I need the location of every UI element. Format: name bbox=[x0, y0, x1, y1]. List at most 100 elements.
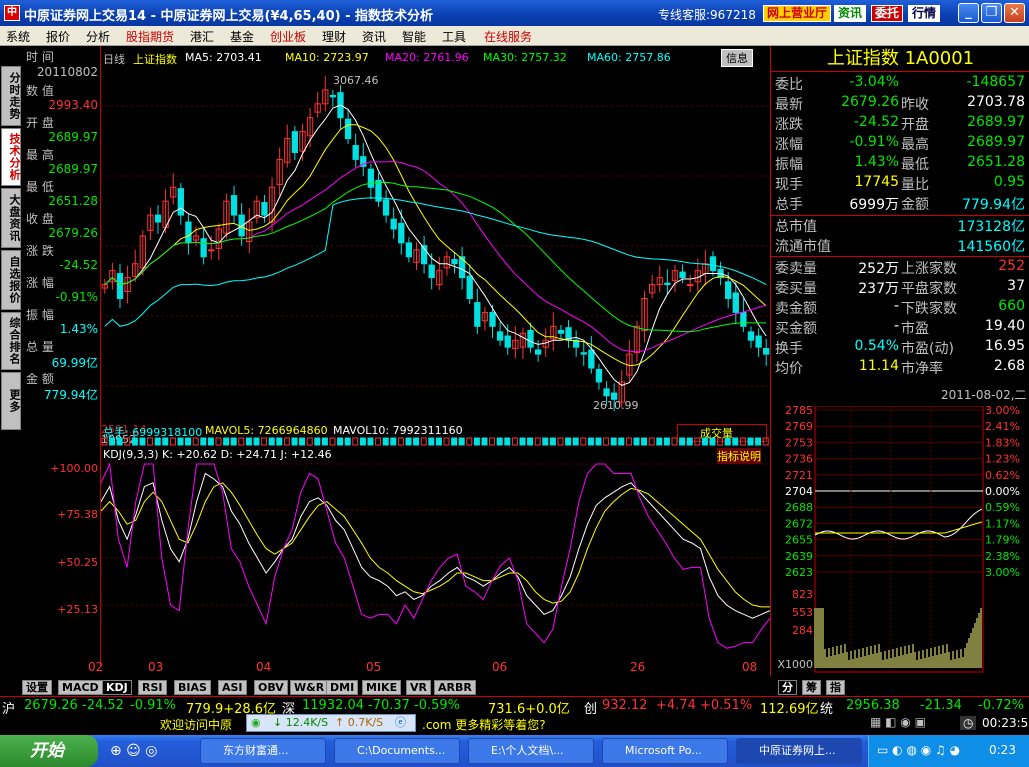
volume-bar bbox=[375, 437, 382, 446]
browser-icon[interactable]: ⓔ bbox=[395, 715, 406, 731]
volume-bar bbox=[739, 437, 746, 446]
start-button[interactable]: 开始 bbox=[0, 735, 98, 767]
indicator-tab-obv[interactable]: OBV bbox=[254, 680, 288, 695]
mini-pct-tick: 2.41% bbox=[985, 420, 1020, 433]
info-value: 2689.97 bbox=[48, 130, 98, 144]
bar-info-column: 时 间 20110802 数 值 2993.40 开 盘 2689.97 最 高 2689… bbox=[22, 46, 100, 440]
tab-intraday[interactable]: 分时走势 bbox=[1, 66, 21, 126]
quote-button[interactable]: 行情 bbox=[908, 5, 941, 22]
menu-online-service[interactable]: 在线服务 bbox=[484, 28, 532, 45]
candlestick-chart[interactable]: 3067.46 2610.99 bbox=[101, 66, 770, 424]
task-personal-docs[interactable]: E:\个人文档\... bbox=[468, 738, 594, 764]
info-tag-button[interactable]: 信息 bbox=[721, 49, 753, 67]
quote-label-2: 量比 bbox=[901, 177, 929, 193]
menu-smart[interactable]: 智能 bbox=[402, 28, 426, 45]
ma-label: MA5: 2703.41 bbox=[185, 51, 262, 64]
indicator-tab-vr[interactable]: VR bbox=[406, 680, 431, 695]
menu-analysis[interactable]: 分析 bbox=[86, 28, 110, 45]
menu-forex[interactable]: 港汇 bbox=[190, 28, 214, 45]
tab-technical[interactable]: 技术分析 bbox=[1, 128, 21, 186]
volume-bar bbox=[245, 437, 252, 446]
info-row: 总 量 69.99亿 bbox=[22, 338, 100, 370]
tab-index[interactable]: 指 bbox=[826, 680, 845, 695]
quote-row: 均价 11.14 市净率 2.68 bbox=[771, 358, 1029, 378]
quote-value: -3.04% bbox=[849, 74, 899, 90]
indicator-tab-rsi[interactable]: RSI bbox=[138, 680, 167, 695]
quote-label: 委买量 bbox=[775, 281, 817, 297]
volume-bar bbox=[192, 437, 199, 446]
tab-market-news[interactable]: 大盘资讯 bbox=[1, 188, 21, 248]
restore-icon[interactable]: ❐ bbox=[981, 3, 1002, 23]
minimize-icon[interactable]: _ bbox=[958, 3, 979, 23]
info-row: 开 盘 2689.97 bbox=[22, 114, 100, 146]
quote-label: 总手 bbox=[775, 197, 803, 213]
menu-news[interactable]: 资讯 bbox=[362, 28, 386, 45]
volume-bar bbox=[694, 437, 701, 446]
mini-price-tick: 2721 bbox=[785, 469, 813, 482]
menu-quotes[interactable]: 报价 bbox=[46, 28, 70, 45]
volume-bar bbox=[162, 437, 169, 446]
close-icon[interactable]: ✕ bbox=[1004, 3, 1025, 23]
quote-label-2: 昨收 bbox=[901, 97, 929, 113]
indicator-tab-asi[interactable]: ASI bbox=[218, 680, 247, 695]
indicator-tab-kdj[interactable]: KDJ bbox=[102, 680, 132, 695]
intraday-mini-chart[interactable]: 2785 3.00% 2769 2.41% 2753 1.83% 2736 1.23% 2721… bbox=[771, 406, 1029, 674]
indicator-tab-mike[interactable]: MIKE bbox=[362, 680, 402, 695]
trade-button[interactable]: 委托 bbox=[871, 5, 904, 22]
indicator-tab-dmi[interactable]: DMI bbox=[326, 680, 359, 695]
candle bbox=[200, 226, 207, 265]
tab-chips[interactable]: 筹 bbox=[802, 680, 821, 695]
candle bbox=[276, 147, 283, 197]
menu-system[interactable]: 系统 bbox=[6, 28, 30, 45]
info-row: 最 低 2651.28 bbox=[22, 178, 100, 210]
office-button[interactable]: 网上营业厅 bbox=[763, 5, 832, 22]
indicator-tab-bias[interactable]: BIAS bbox=[174, 680, 211, 695]
quote-value-2: 779.94亿 bbox=[962, 197, 1025, 213]
task-documents[interactable]: C:\Documents... bbox=[334, 738, 460, 764]
task-powerpoint[interactable]: Microsoft Po... bbox=[602, 738, 728, 764]
indicator-tab-[interactable]: 设置 bbox=[22, 680, 52, 695]
quote-value: 11.14 bbox=[858, 358, 899, 374]
quote-value-2: 252 bbox=[998, 258, 1025, 274]
menu-finance[interactable]: 理财 bbox=[322, 28, 346, 45]
tab-watchlist[interactable]: 自选报价 bbox=[1, 250, 21, 310]
ticker-item: -24.52 bbox=[82, 698, 124, 713]
quote-row: 振幅 1.43% 最低 2651.28 bbox=[771, 154, 1029, 174]
task-eastmoney[interactable]: 东方财富通... bbox=[200, 738, 326, 764]
indicator-tab-arbr[interactable]: ARBR bbox=[434, 680, 476, 695]
tab-ranking[interactable]: 综合排名 bbox=[1, 312, 21, 370]
quote-value: 1.43% bbox=[854, 154, 899, 170]
quote-label: 振幅 bbox=[775, 157, 803, 173]
info-button[interactable]: 资讯 bbox=[834, 5, 867, 22]
volume-bar bbox=[686, 437, 693, 446]
candle bbox=[314, 91, 321, 118]
menu-tools[interactable]: 工具 bbox=[442, 28, 466, 45]
menu-futures[interactable]: 股指期货 bbox=[126, 28, 174, 45]
candle bbox=[367, 163, 375, 200]
kdj-chart[interactable] bbox=[101, 460, 770, 656]
quote-value: - bbox=[893, 318, 899, 334]
quicklaunch-icons[interactable]: ⊕ ☺ ◎ bbox=[110, 743, 157, 759]
mini-chart-tabs: 分 筹 指 bbox=[778, 680, 868, 695]
quote-value-2: 0.95 bbox=[993, 174, 1025, 190]
task-zhongyuan[interactable]: 中原证券网上... bbox=[736, 738, 862, 764]
candle bbox=[702, 249, 709, 286]
indicator-tab-macd[interactable]: MACD bbox=[58, 680, 103, 695]
menu-fund[interactable]: 基金 bbox=[230, 28, 254, 45]
candle bbox=[170, 173, 177, 205]
info-value: 2993.40 bbox=[48, 98, 98, 112]
volume-bar bbox=[116, 437, 123, 446]
volume-bar bbox=[542, 437, 549, 446]
candle bbox=[223, 193, 230, 239]
tab-minute[interactable]: 分 bbox=[778, 680, 797, 695]
indicator-tab-wr[interactable]: W&R bbox=[290, 680, 329, 695]
quote-label: 涨幅 bbox=[775, 137, 803, 153]
x-axis-tick: 05 bbox=[366, 660, 382, 674]
candle bbox=[352, 133, 359, 168]
candle bbox=[580, 340, 587, 366]
menu-gem[interactable]: 创业板 bbox=[270, 28, 306, 45]
tab-more[interactable]: 更多 bbox=[1, 372, 21, 430]
mini-pct-tick: 0.00% bbox=[985, 485, 1020, 498]
volume-bar bbox=[549, 437, 556, 446]
tray-icons[interactable]: ▭ ◐ ◍ ◉ ♫ ◕ bbox=[877, 743, 960, 757]
